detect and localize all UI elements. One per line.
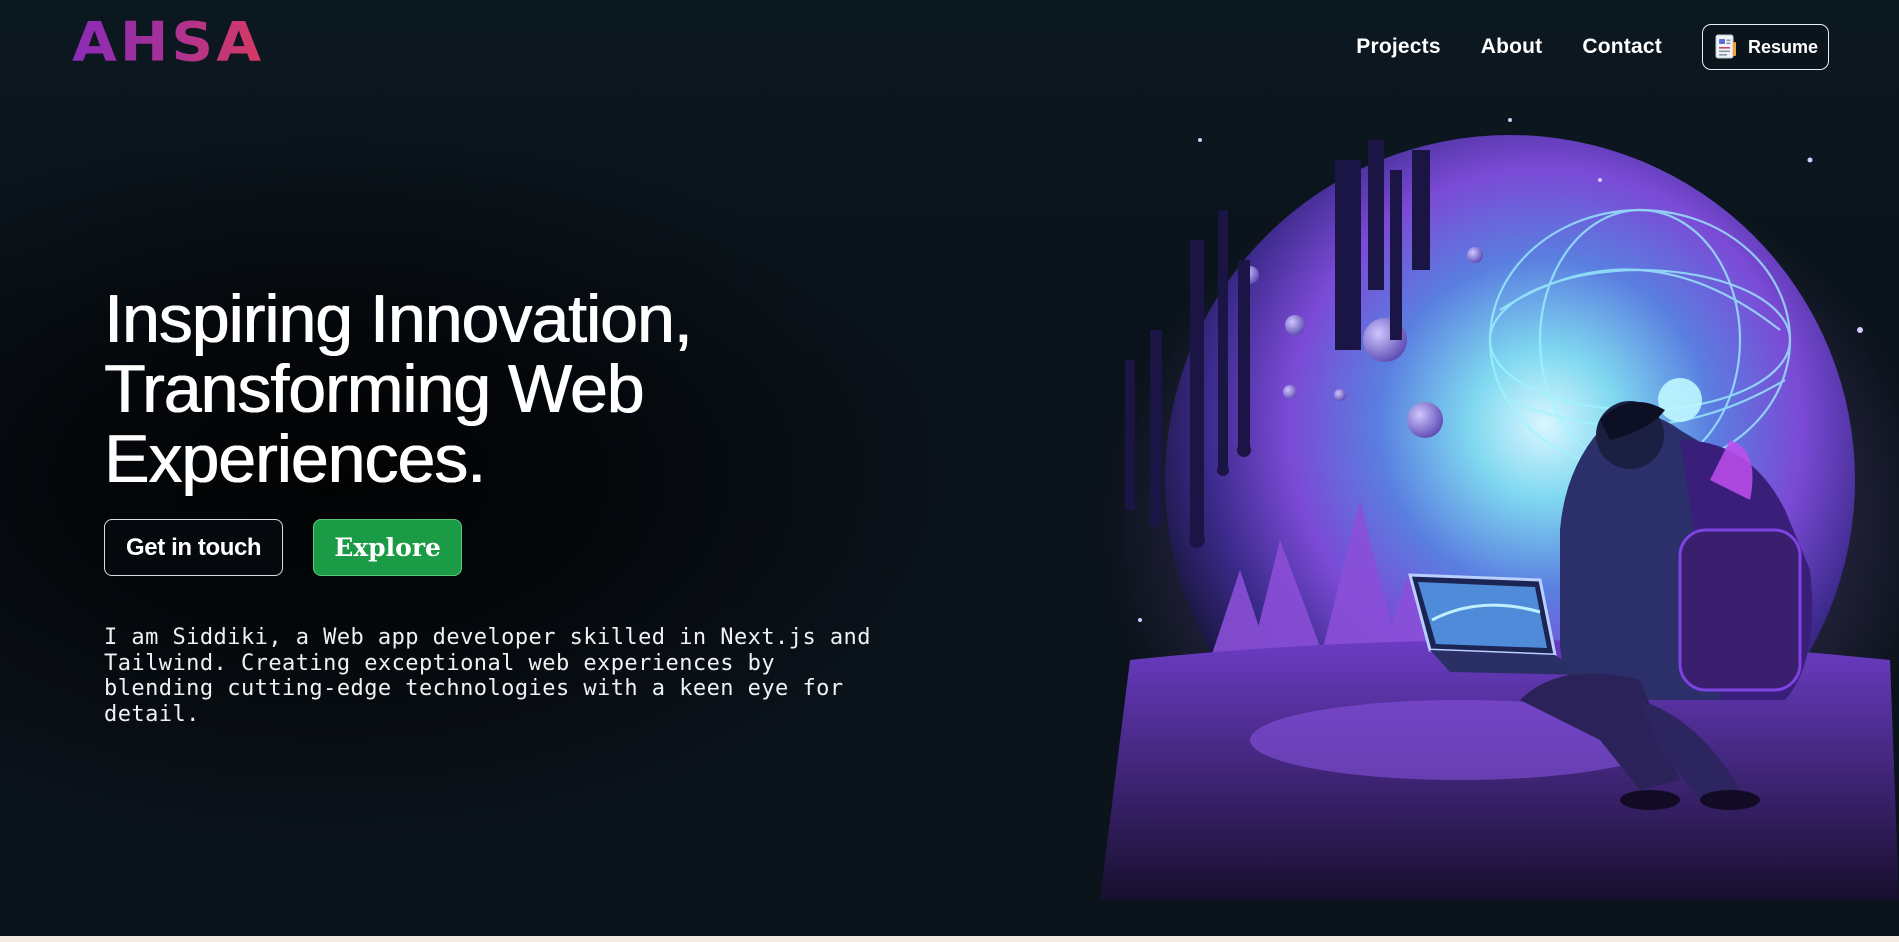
hero-title-line-3: Experiences. — [104, 421, 486, 497]
astronaut-coder-illustration — [1100, 118, 1899, 900]
hero-description: I am Siddiki, a Web app developer skille… — [104, 625, 871, 727]
document-icon — [1715, 34, 1736, 59]
hero-title-line-1: Inspiring Innovation, — [104, 281, 693, 357]
nav-contact[interactable]: Contact — [1582, 35, 1662, 59]
main-nav: Projects About Contact Resume — [1356, 24, 1829, 70]
resume-button[interactable]: Resume — [1701, 24, 1829, 70]
logo[interactable]: AHSA — [72, 15, 264, 69]
hero-title-line-2: Transforming Web — [104, 351, 645, 427]
nav-about[interactable]: About — [1481, 35, 1543, 59]
resume-label: Resume — [1747, 36, 1818, 57]
get-in-touch-button[interactable]: Get in touch — [104, 519, 284, 576]
explore-button[interactable]: Explore — [313, 519, 462, 576]
cta-row: Get in touch Explore — [104, 519, 462, 576]
nav-projects[interactable]: Projects — [1356, 35, 1440, 59]
footer-strip — [0, 936, 1899, 942]
hero-title: Inspiring Innovation, Transforming Web E… — [104, 284, 784, 494]
